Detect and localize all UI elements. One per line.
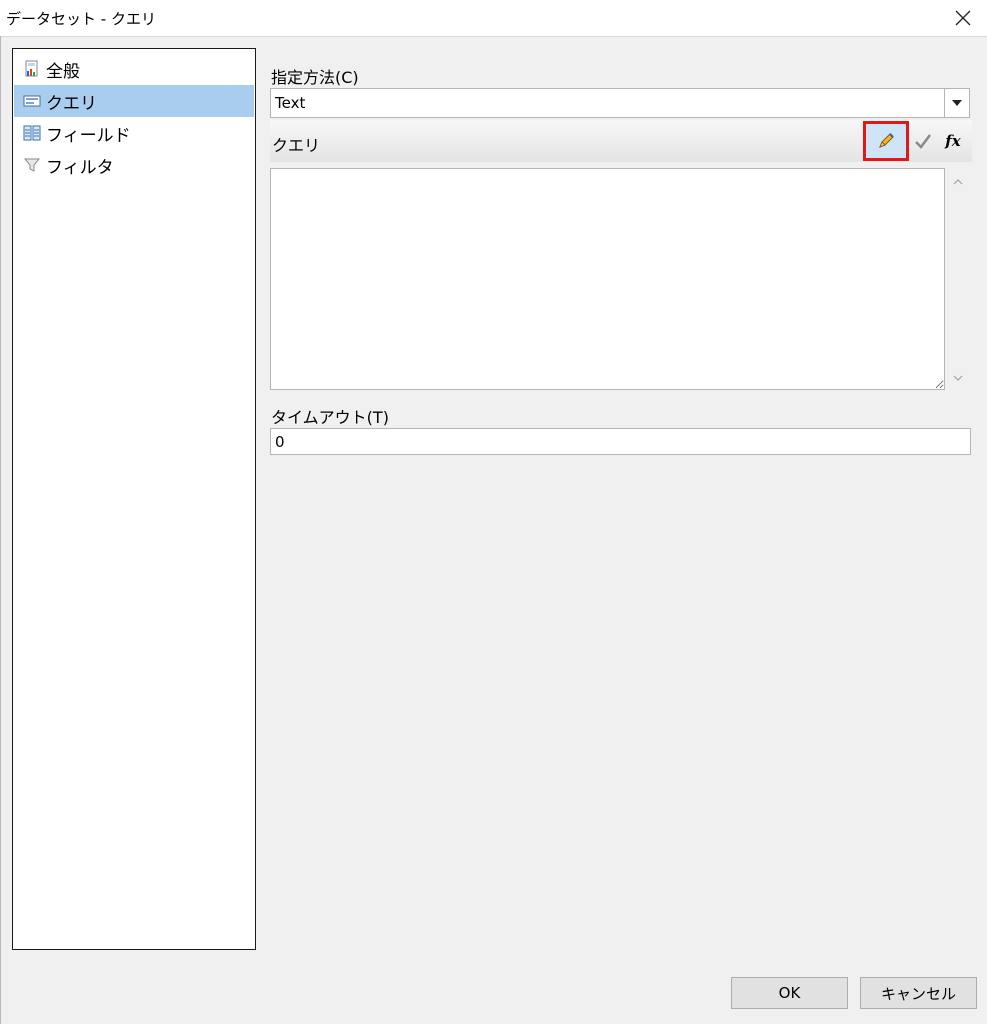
edit-query-button[interactable] [863, 121, 909, 161]
nav-item-label: フィールド [46, 125, 131, 146]
scroll-down-button[interactable] [950, 370, 966, 386]
chevron-down-icon [953, 375, 963, 381]
validate-query-button[interactable] [908, 126, 938, 156]
general-report-icon [23, 60, 41, 78]
nav-item-filter[interactable]: フィルタ [14, 149, 254, 181]
chevron-down-icon [952, 100, 962, 106]
close-button[interactable] [949, 4, 977, 32]
nav-item-label: フィルタ [46, 157, 114, 178]
expression-button[interactable]: fx [938, 126, 968, 156]
scroll-up-button[interactable] [950, 174, 966, 190]
window-title: データセット - クエリ [6, 10, 156, 28]
query-icon [23, 92, 41, 110]
method-value: Text [275, 94, 306, 112]
nav-item-general[interactable]: 全般 [14, 53, 254, 85]
close-icon [955, 10, 971, 26]
method-combo[interactable]: Text [270, 88, 970, 118]
fx-icon: fx [945, 132, 961, 150]
ok-button[interactable]: OK [731, 977, 848, 1009]
chevron-up-icon [953, 179, 963, 185]
nav-item-fields[interactable]: フィールド [14, 117, 254, 149]
nav-item-label: 全般 [46, 61, 80, 82]
window-frame-edge [0, 36, 1, 1024]
cancel-button[interactable]: キャンセル [860, 977, 977, 1009]
method-label: 指定方法(C) [271, 68, 359, 87]
nav-item-query[interactable]: クエリ [14, 85, 254, 117]
fields-icon [23, 124, 41, 142]
filter-funnel-icon [23, 156, 41, 174]
timeout-label: タイムアウト(T) [271, 408, 389, 427]
query-header: クエリ fx [270, 120, 972, 162]
method-dropdown-button[interactable] [944, 89, 969, 117]
query-label: クエリ [272, 136, 321, 155]
pencil-icon [879, 133, 894, 148]
nav-item-label: クエリ [46, 93, 97, 114]
query-textarea[interactable] [270, 168, 945, 390]
nav-panel: 全般 クエリ フィールド フィルタ [12, 48, 256, 950]
title-bar: データセット - クエリ [0, 0, 987, 37]
timeout-input[interactable] [270, 428, 971, 455]
check-icon [915, 134, 931, 149]
